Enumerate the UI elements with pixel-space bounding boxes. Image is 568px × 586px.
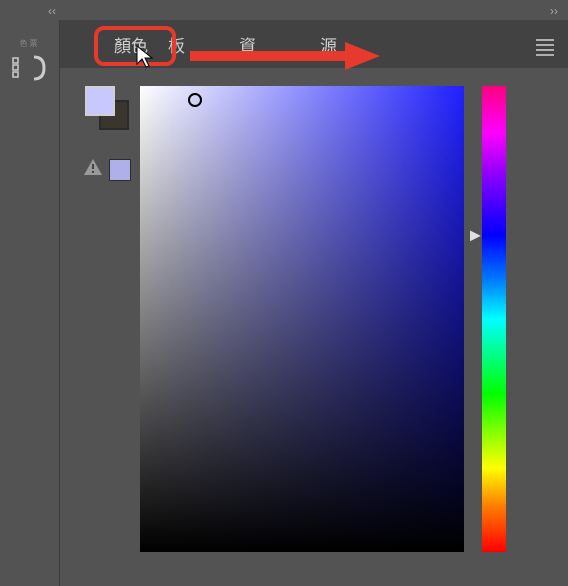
tab-color[interactable]: 顏色 [102,22,160,67]
color-panel: 顏色 板 資 源 [60,20,568,586]
tab-libraries-2[interactable]: 源 [308,22,349,67]
swatch-tool-icon[interactable] [12,55,48,81]
tab-swatches[interactable]: 板 [156,22,197,67]
hue-pointer-icon: ▶ [470,227,481,244]
tool-rail: 色票 [0,20,60,586]
collapse-left-icon[interactable]: ‹‹ [48,4,56,18]
fg-color-swatch[interactable] [85,86,115,116]
saturation-value-picker[interactable] [140,86,464,552]
hue-slider[interactable] [482,86,506,552]
panel-tabs: 顏色 板 資 源 [60,20,568,68]
expand-right-icon[interactable]: ›› [550,4,558,18]
gamut-corrected-swatch[interactable] [109,159,131,181]
tool-rail-label: 色票 [20,38,40,49]
fg-bg-swatch[interactable] [85,86,129,130]
panel-menu-icon[interactable] [536,36,554,59]
gamut-warning-icon[interactable] [83,158,103,181]
tab-libraries-1[interactable]: 資 [227,22,268,67]
sv-cursor-icon [188,93,202,107]
